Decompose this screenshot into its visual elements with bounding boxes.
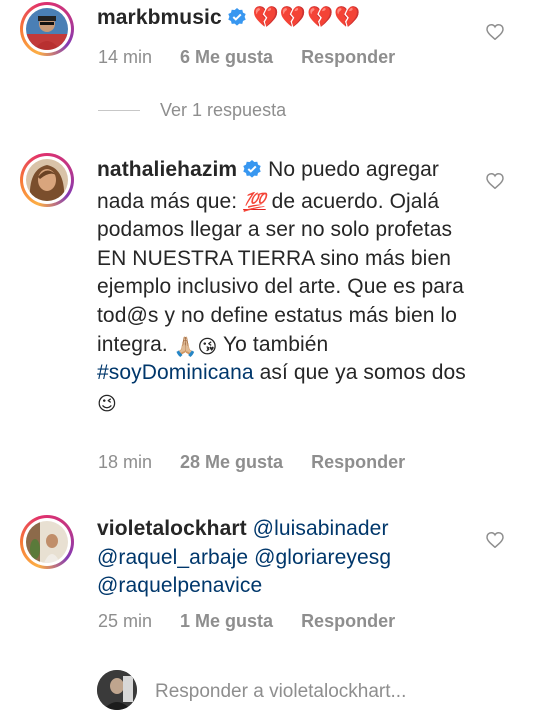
comment-meta: 18 min 28 Me gusta Responder [98,452,405,473]
username[interactable]: violetalockhart [97,517,247,540]
like-heart-icon[interactable] [486,531,508,552]
comment-body: violetalockhart @luisabinader @raquel_ar… [97,515,497,601]
avatar-violetalockhart[interactable] [20,515,74,569]
comment-meta: 25 min 1 Me gusta Responder [98,611,395,632]
hashtag-link[interactable]: #soyDominicana [97,361,254,384]
reply-input[interactable]: Responder a violetalockhart... [155,681,406,703]
comment-meta: 14 min 6 Me gusta Responder [98,47,395,68]
comment-text-continued: de acuerdo. Ojalá podamos llegar a ser n… [97,189,464,356]
praying-kiss-emojis: 🙏🏼😘 [173,336,218,358]
wink-emoji: 😉 [97,393,117,415]
timestamp: 18 min [98,452,153,472]
comment-body: nathaliehazim No puedo agregar nada más … [97,156,477,416]
current-user-avatar [97,670,137,710]
avatar-nathaliehazim[interactable] [20,153,74,207]
divider-line [98,109,140,111]
like-heart-icon[interactable] [486,23,508,44]
reply-composer: Responder a violetalockhart... [0,665,540,710]
mention-link[interactable]: @raquel_arbaje [97,546,248,569]
view-replies-button[interactable]: Ver 1 respuesta [98,98,286,122]
reply-button[interactable]: Responder [301,611,395,632]
timestamp: 14 min [98,47,153,67]
comment-body: markbmusic 💔💔💔💔 [97,4,457,36]
avatar-markbmusic[interactable] [20,2,74,56]
like-heart-icon[interactable] [486,172,508,193]
profile-photo [26,159,68,201]
view-replies-label: Ver 1 respuesta [160,99,287,120]
username[interactable]: nathaliehazim [97,158,237,181]
likes-count[interactable]: 1 Me gusta [180,611,273,632]
verified-badge-icon [242,159,262,188]
likes-count[interactable]: 28 Me gusta [180,452,283,473]
mention-link[interactable]: @gloriareyesg [254,546,391,569]
mention-link[interactable]: @raquelpenavice [97,574,262,597]
reply-button[interactable]: Responder [301,47,395,68]
profile-photo [26,521,68,563]
mention-link[interactable]: @luisabinader [253,517,389,540]
reply-button[interactable]: Responder [311,452,405,473]
broken-heart-emojis: 💔💔💔💔 [252,6,362,29]
profile-photo [26,8,68,50]
comment-text-continued-3: así que ya somos dos [253,361,466,385]
comment-text-continued-2: Yo también [217,332,329,356]
hundred-emoji: 💯 [243,191,266,212]
username[interactable]: markbmusic [97,6,222,29]
likes-count[interactable]: 6 Me gusta [180,47,273,68]
verified-badge-icon [227,7,247,36]
timestamp: 25 min [98,611,153,631]
